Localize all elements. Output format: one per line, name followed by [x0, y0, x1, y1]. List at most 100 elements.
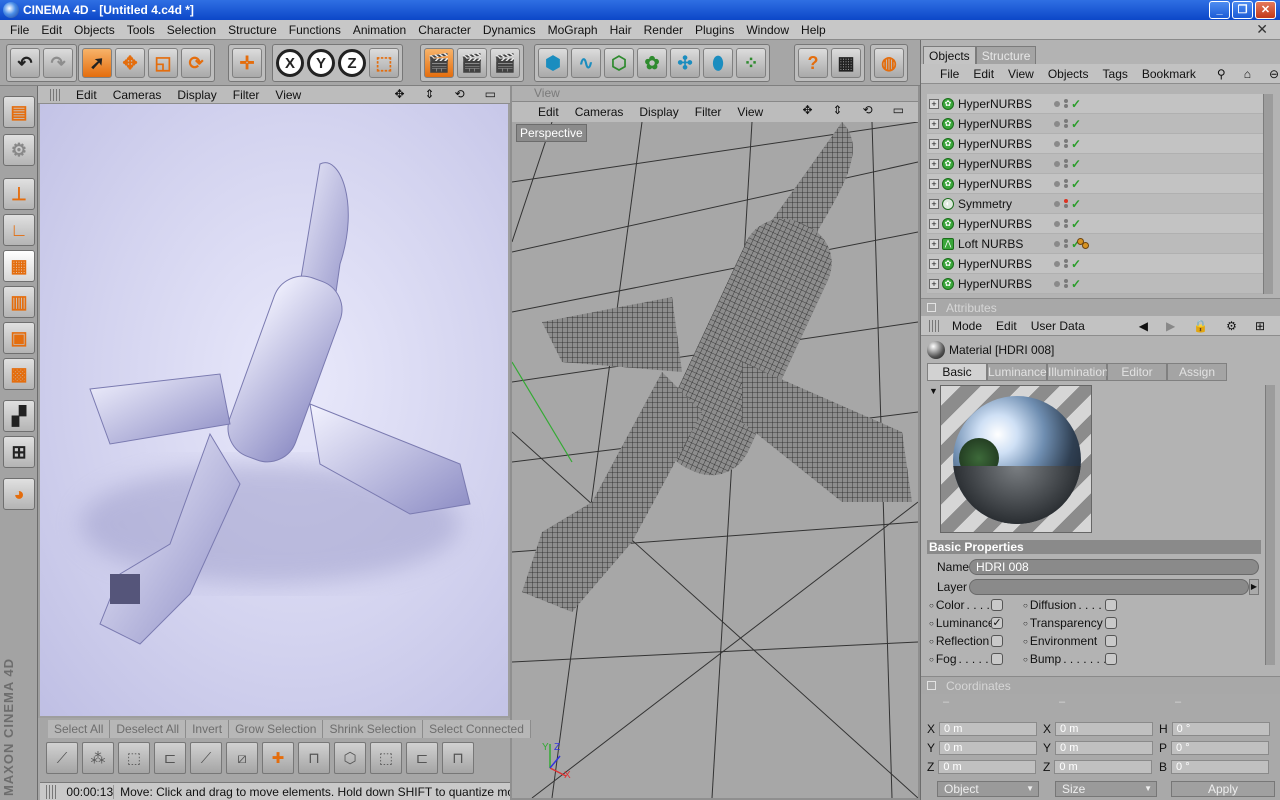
help-icon[interactable]: ?: [798, 48, 828, 78]
material-tag-icon[interactable]: [1077, 238, 1091, 250]
menu-hair[interactable]: Hair: [604, 23, 638, 37]
obj-menu-edit[interactable]: Edit: [966, 67, 1001, 81]
camera-label[interactable]: Perspective: [516, 124, 587, 142]
menu-objects[interactable]: Objects: [68, 23, 121, 37]
menu-tools[interactable]: Tools: [121, 23, 161, 37]
layer-dot-icon[interactable]: [1054, 120, 1060, 127]
attr-menu-edit[interactable]: Edit: [989, 319, 1024, 333]
sculpt-icon[interactable]: ◕: [3, 478, 35, 510]
vp1-menu-cameras[interactable]: Cameras: [105, 88, 170, 102]
bevel-icon[interactable]: ⟋: [190, 742, 222, 774]
undo-icon[interactable]: ↶: [10, 48, 40, 78]
layer-dot-icon[interactable]: [1054, 140, 1060, 147]
list-item[interactable]: + ✿ HyperNURBS ✓: [927, 94, 1265, 114]
expand-icon[interactable]: +: [929, 98, 939, 109]
channel-environment[interactable]: ○ Environment: [1023, 633, 1097, 649]
menu-functions[interactable]: Functions: [283, 23, 347, 37]
tab-illumination[interactable]: Illumination: [1047, 363, 1109, 381]
extrude-inner-icon[interactable]: ⊏: [154, 742, 186, 774]
vp1-menu-edit[interactable]: Edit: [68, 88, 105, 102]
timeline-icon[interactable]: ▦: [831, 48, 861, 78]
objects-scrollbar[interactable]: [1263, 94, 1273, 294]
channel-color[interactable]: ○ Color. . . . .: [929, 597, 997, 613]
edges-mode-icon[interactable]: ▥: [3, 286, 35, 318]
mdi-close-icon[interactable]: ✕: [1250, 21, 1274, 38]
layer-dot-icon[interactable]: [1054, 220, 1060, 227]
menu-selection[interactable]: Selection: [161, 23, 222, 37]
texture-mode-icon[interactable]: ▞: [3, 400, 35, 432]
channel-luminance[interactable]: ○ Luminance: [929, 615, 995, 631]
uv-mode-icon[interactable]: ▩: [3, 358, 35, 390]
live-select-icon[interactable]: ➚: [82, 48, 112, 78]
viewport-layout-icon[interactable]: ▤: [3, 96, 35, 128]
lock-icon[interactable]: 🔒: [1186, 319, 1219, 333]
attr-menu-user-data[interactable]: User Data: [1024, 319, 1092, 333]
list-item[interactable]: + ✿ HyperNURBS ✓: [927, 254, 1265, 274]
cube-icon[interactable]: ⬢: [538, 48, 568, 78]
back-arrow-icon[interactable]: ◀: [1132, 319, 1159, 333]
shrink-selection-button[interactable]: Shrink Selection: [323, 720, 424, 738]
z-axis-lock-icon[interactable]: Z: [338, 49, 366, 77]
layer-dot-icon[interactable]: [1054, 280, 1060, 287]
channel-fog[interactable]: ○ Fog. . . . . .: [929, 651, 995, 667]
layer-arrow-icon[interactable]: ▶: [1249, 579, 1259, 595]
environment-checkbox[interactable]: [1105, 635, 1117, 647]
position-y-field[interactable]: 0 m: [939, 741, 1038, 755]
home-icon[interactable]: ⌂: [1237, 67, 1262, 81]
render-picture-viewer-icon[interactable]: 🎬: [457, 48, 487, 78]
layer-field[interactable]: [969, 579, 1249, 595]
tab-structure[interactable]: Structure: [975, 46, 1037, 65]
render-settings-icon[interactable]: 🎬: [490, 48, 520, 78]
menu-window[interactable]: Window: [740, 23, 795, 37]
menu-file[interactable]: File: [4, 23, 35, 37]
redo-icon[interactable]: ↷: [43, 48, 73, 78]
attr-menu-mode[interactable]: Mode: [945, 319, 989, 333]
vp2-menu-edit[interactable]: Edit: [530, 105, 567, 119]
stitch-icon[interactable]: ⊓: [442, 742, 474, 774]
magnet-icon[interactable]: ⊓: [298, 742, 330, 774]
menu-animation[interactable]: Animation: [347, 23, 412, 37]
select-connected-button[interactable]: Select Connected: [423, 720, 531, 738]
nurbs-icon[interactable]: ⬡: [604, 48, 634, 78]
layer-dot-icon[interactable]: [1054, 200, 1060, 207]
expand-icon[interactable]: +: [929, 218, 939, 229]
mirror-icon[interactable]: ⬡: [334, 742, 366, 774]
expand-icon[interactable]: +: [929, 138, 939, 149]
polygons-mode-icon[interactable]: ▣: [3, 322, 35, 354]
deselect-all-button[interactable]: Deselect All: [110, 720, 187, 738]
spline-icon[interactable]: ∿: [571, 48, 601, 78]
layer-dot-icon[interactable]: [1054, 100, 1060, 107]
forward-arrow-icon[interactable]: ▶: [1159, 319, 1186, 333]
enabled-check-icon[interactable]: ✓: [1071, 117, 1081, 131]
zoom-icon[interactable]: ⇕: [417, 87, 443, 101]
world-axis-icon[interactable]: ✛: [232, 48, 262, 78]
visibility-icon[interactable]: [1064, 99, 1068, 108]
deformer-icon[interactable]: ✣: [670, 48, 700, 78]
menu-dynamics[interactable]: Dynamics: [477, 23, 542, 37]
list-item[interactable]: + ✿ HyperNURBS ✓: [927, 274, 1265, 294]
extrude-icon[interactable]: ⬚: [118, 742, 150, 774]
collapse-icon[interactable]: [927, 681, 936, 690]
expand-icon[interactable]: +: [929, 178, 939, 189]
grow-selection-button[interactable]: Grow Selection: [229, 720, 324, 738]
rotation-p-field[interactable]: 0 °: [1171, 741, 1270, 755]
menu-character[interactable]: Character: [412, 23, 477, 37]
workplane-icon[interactable]: ⊞: [3, 436, 35, 468]
weld-icon[interactable]: ⊏: [406, 742, 438, 774]
layer-dot-icon[interactable]: [1054, 260, 1060, 267]
model-mode-icon[interactable]: ⚙: [3, 134, 35, 166]
size-mode-dropdown[interactable]: Size ▼: [1055, 781, 1157, 797]
bridge-icon[interactable]: ⧄: [226, 742, 258, 774]
search-icon[interactable]: ⚲: [1210, 67, 1237, 81]
obj-menu-bookmark[interactable]: Bookmark: [1135, 67, 1203, 81]
position-x-field[interactable]: 0 m: [939, 722, 1038, 736]
enabled-check-icon[interactable]: ✓: [1071, 257, 1081, 271]
obj-menu-file[interactable]: File: [933, 67, 966, 81]
enabled-check-icon[interactable]: ✓: [1071, 177, 1081, 191]
tab-editor[interactable]: Editor: [1107, 363, 1167, 381]
list-item[interactable]: + ◐ Symmetry ✓: [927, 194, 1265, 214]
layer-dot-icon[interactable]: [1054, 180, 1060, 187]
enabled-check-icon[interactable]: ✓: [1071, 97, 1081, 111]
expand-icon[interactable]: +: [929, 278, 939, 289]
enabled-check-icon[interactable]: ✓: [1071, 277, 1081, 291]
